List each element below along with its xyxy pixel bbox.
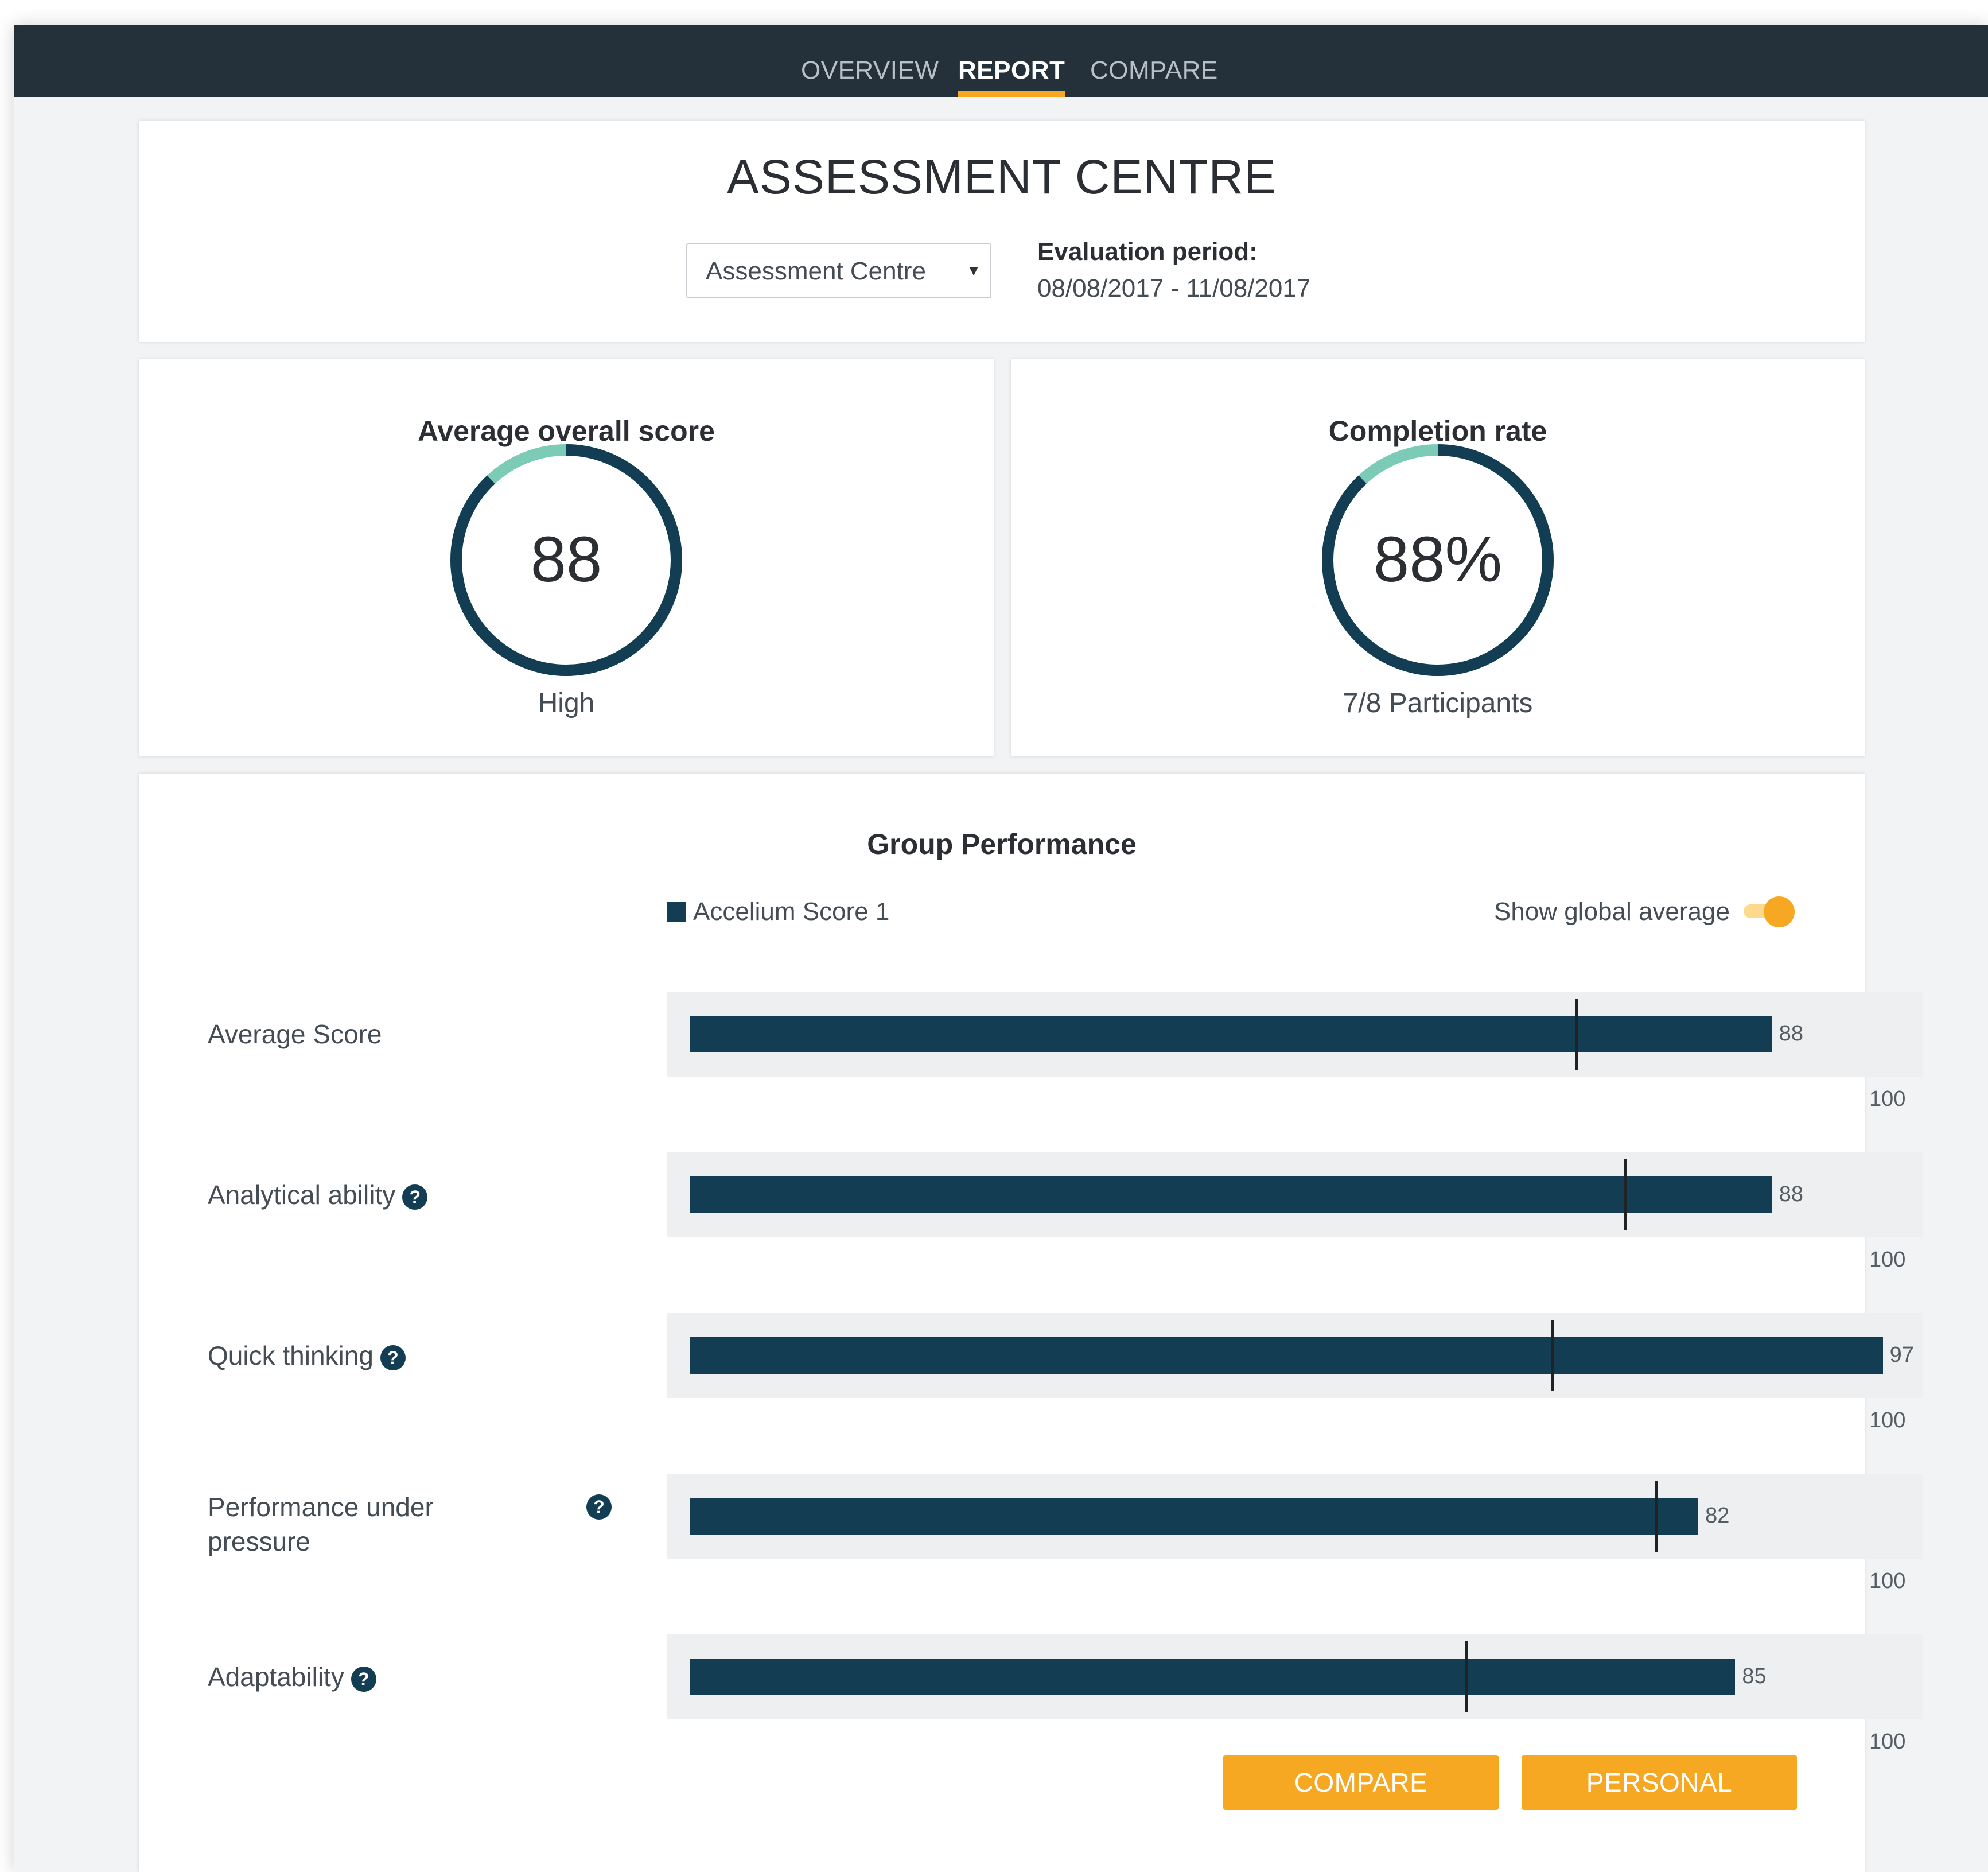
performance-bar xyxy=(690,1659,1736,1695)
header-card: ASSESSMENT CENTRE Assessment Centre ▼ Ev… xyxy=(139,121,1865,342)
top-navbar: OVERVIEW REPORT COMPARE xyxy=(14,25,1988,97)
performance-row-label: Performance under pressure xyxy=(208,1490,495,1559)
global-average-marker xyxy=(1550,1320,1554,1391)
performance-row-label: Quick thinking? xyxy=(208,1338,406,1373)
performance-bar xyxy=(690,1016,1772,1052)
performance-bar xyxy=(690,1176,1772,1213)
performance-row-label: Analytical ability? xyxy=(208,1178,428,1212)
performance-bar-value: 85 xyxy=(1742,1664,1767,1688)
performance-bar-value: 88 xyxy=(1779,1182,1803,1206)
performance-bar-value: 88 xyxy=(1779,1022,1803,1046)
chevron-down-icon: ▼ xyxy=(966,262,981,279)
completion-rate-card: Completion rate 88% 7/8 Participants xyxy=(1011,359,1865,756)
page: OVERVIEW REPORT COMPARE ASSESSMENT CENTR… xyxy=(14,25,1988,1872)
performance-bar xyxy=(690,1498,1699,1535)
performance-max-label: 100 xyxy=(1869,1087,1906,1111)
tab-compare[interactable]: COMPARE xyxy=(1090,56,1218,97)
completion-rate-caption: 7/8 Participants xyxy=(1343,688,1533,718)
performance-bar-value: 97 xyxy=(1889,1343,1914,1367)
performance-track: 85 xyxy=(667,1634,1923,1719)
performance-max-label: 100 xyxy=(1869,1248,1906,1272)
average-score-card: Average overall score 88 High xyxy=(139,359,994,756)
performance-track: 97 xyxy=(667,1313,1923,1398)
evaluation-period-value: 08/08/2017 - 11/08/2017 xyxy=(1037,274,1311,302)
performance-row-label-text: Adaptability xyxy=(208,1662,344,1692)
performance-bar xyxy=(690,1337,1883,1374)
performance-track: 88 xyxy=(667,992,1923,1077)
global-average-marker xyxy=(1575,999,1578,1070)
group-performance-title: Group Performance xyxy=(867,828,1137,860)
performance-max-label: 100 xyxy=(1869,1569,1906,1593)
legend-label: Accelium Score 1 xyxy=(693,898,890,926)
performance-bar-value: 82 xyxy=(1705,1504,1730,1528)
performance-row-label: Adaptability? xyxy=(208,1660,376,1694)
help-icon[interactable]: ? xyxy=(380,1345,406,1370)
legend-swatch xyxy=(667,902,686,922)
help-icon[interactable]: ? xyxy=(402,1184,428,1210)
performance-max-label: 100 xyxy=(1869,1730,1906,1754)
global-average-marker xyxy=(1464,1641,1468,1712)
tab-report[interactable]: REPORT xyxy=(958,56,1065,97)
compare-button[interactable]: COMPARE xyxy=(1223,1755,1499,1810)
performance-row-label-text: Quick thinking xyxy=(208,1341,374,1370)
help-icon[interactable]: ? xyxy=(351,1666,376,1692)
page-title: ASSESSMENT CENTRE xyxy=(726,150,1277,204)
help-icon[interactable]: ? xyxy=(586,1494,612,1520)
completion-rate-value: 88% xyxy=(1373,523,1503,595)
performance-row-label-text: Average Score xyxy=(208,1019,382,1049)
average-score-caption: High xyxy=(538,688,595,718)
performance-track: 88 xyxy=(667,1152,1923,1237)
global-average-toggle-label: Show global average xyxy=(1494,898,1730,926)
performance-row-label-text: Performance under pressure xyxy=(208,1492,434,1556)
global-average-toggle-knob[interactable] xyxy=(1764,896,1795,927)
tab-overview[interactable]: OVERVIEW xyxy=(801,56,939,97)
assessment-select-value: Assessment Centre xyxy=(706,257,926,285)
assessment-select[interactable]: Assessment Centre ▼ xyxy=(686,243,991,298)
personal-reports-button[interactable]: PERSONAL REPORTS xyxy=(1522,1755,1797,1852)
performance-max-label: 100 xyxy=(1869,1408,1906,1432)
performance-row-label-text: Analytical ability xyxy=(208,1180,396,1210)
global-average-marker xyxy=(1655,1481,1659,1552)
performance-row-label: Average Score xyxy=(208,1017,382,1051)
average-score-value: 88 xyxy=(530,523,602,595)
evaluation-period-label: Evaluation period: xyxy=(1037,238,1258,266)
group-performance-card: Group Performance Accelium Score 1 Show … xyxy=(139,774,1923,1872)
performance-track: 82 xyxy=(667,1474,1923,1559)
global-average-marker xyxy=(1624,1159,1628,1230)
